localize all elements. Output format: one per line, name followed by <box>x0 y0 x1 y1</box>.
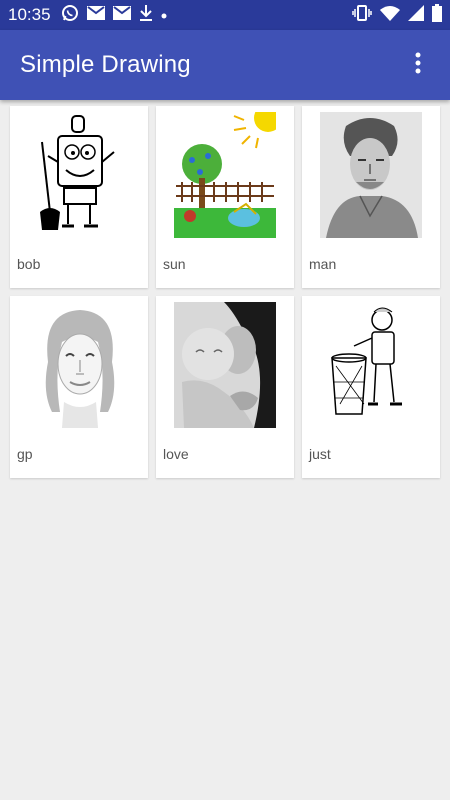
app-bar: Simple Drawing <box>0 30 450 100</box>
more-vert-icon <box>415 52 421 79</box>
drawing-thumbnail <box>320 112 422 238</box>
drawing-label: bob <box>17 256 41 272</box>
app-title: Simple Drawing <box>20 51 191 78</box>
overflow-menu-button[interactable] <box>406 49 430 81</box>
battery-icon <box>432 3 442 27</box>
mail-icon <box>112 5 131 25</box>
drawing-card-love[interactable]: love <box>156 296 294 478</box>
clock: 10:35 <box>8 5 51 24</box>
drawing-label: sun <box>163 256 186 272</box>
drawing-thumbnail <box>28 112 130 238</box>
status-bar: 10:35 <box>0 0 450 30</box>
drawing-thumbnail <box>28 302 130 428</box>
dot-icon <box>161 6 167 24</box>
drawing-label: love <box>163 446 189 462</box>
drawing-label: just <box>309 446 331 462</box>
vibrate-icon <box>352 4 372 26</box>
download-icon <box>139 4 153 26</box>
drawing-card-bob[interactable]: bob <box>10 106 148 288</box>
drawing-label: man <box>309 256 337 272</box>
drawing-thumbnail <box>174 112 276 238</box>
wifi-icon <box>380 5 400 26</box>
drawing-card-sun[interactable]: sun <box>156 106 294 288</box>
whatsapp-icon <box>61 4 79 27</box>
drawing-card-gp[interactable]: gp <box>10 296 148 478</box>
drawing-grid: bob sun man gp love just <box>10 106 440 478</box>
drawing-label: gp <box>17 446 33 462</box>
signal-icon <box>408 4 424 26</box>
drawing-thumbnail <box>320 302 422 428</box>
drawing-card-just[interactable]: just <box>302 296 440 478</box>
drawing-card-man[interactable]: man <box>302 106 440 288</box>
notification-icons <box>61 4 167 27</box>
mail-icon <box>86 5 105 25</box>
drawing-thumbnail <box>174 302 276 428</box>
system-icons <box>352 3 442 27</box>
